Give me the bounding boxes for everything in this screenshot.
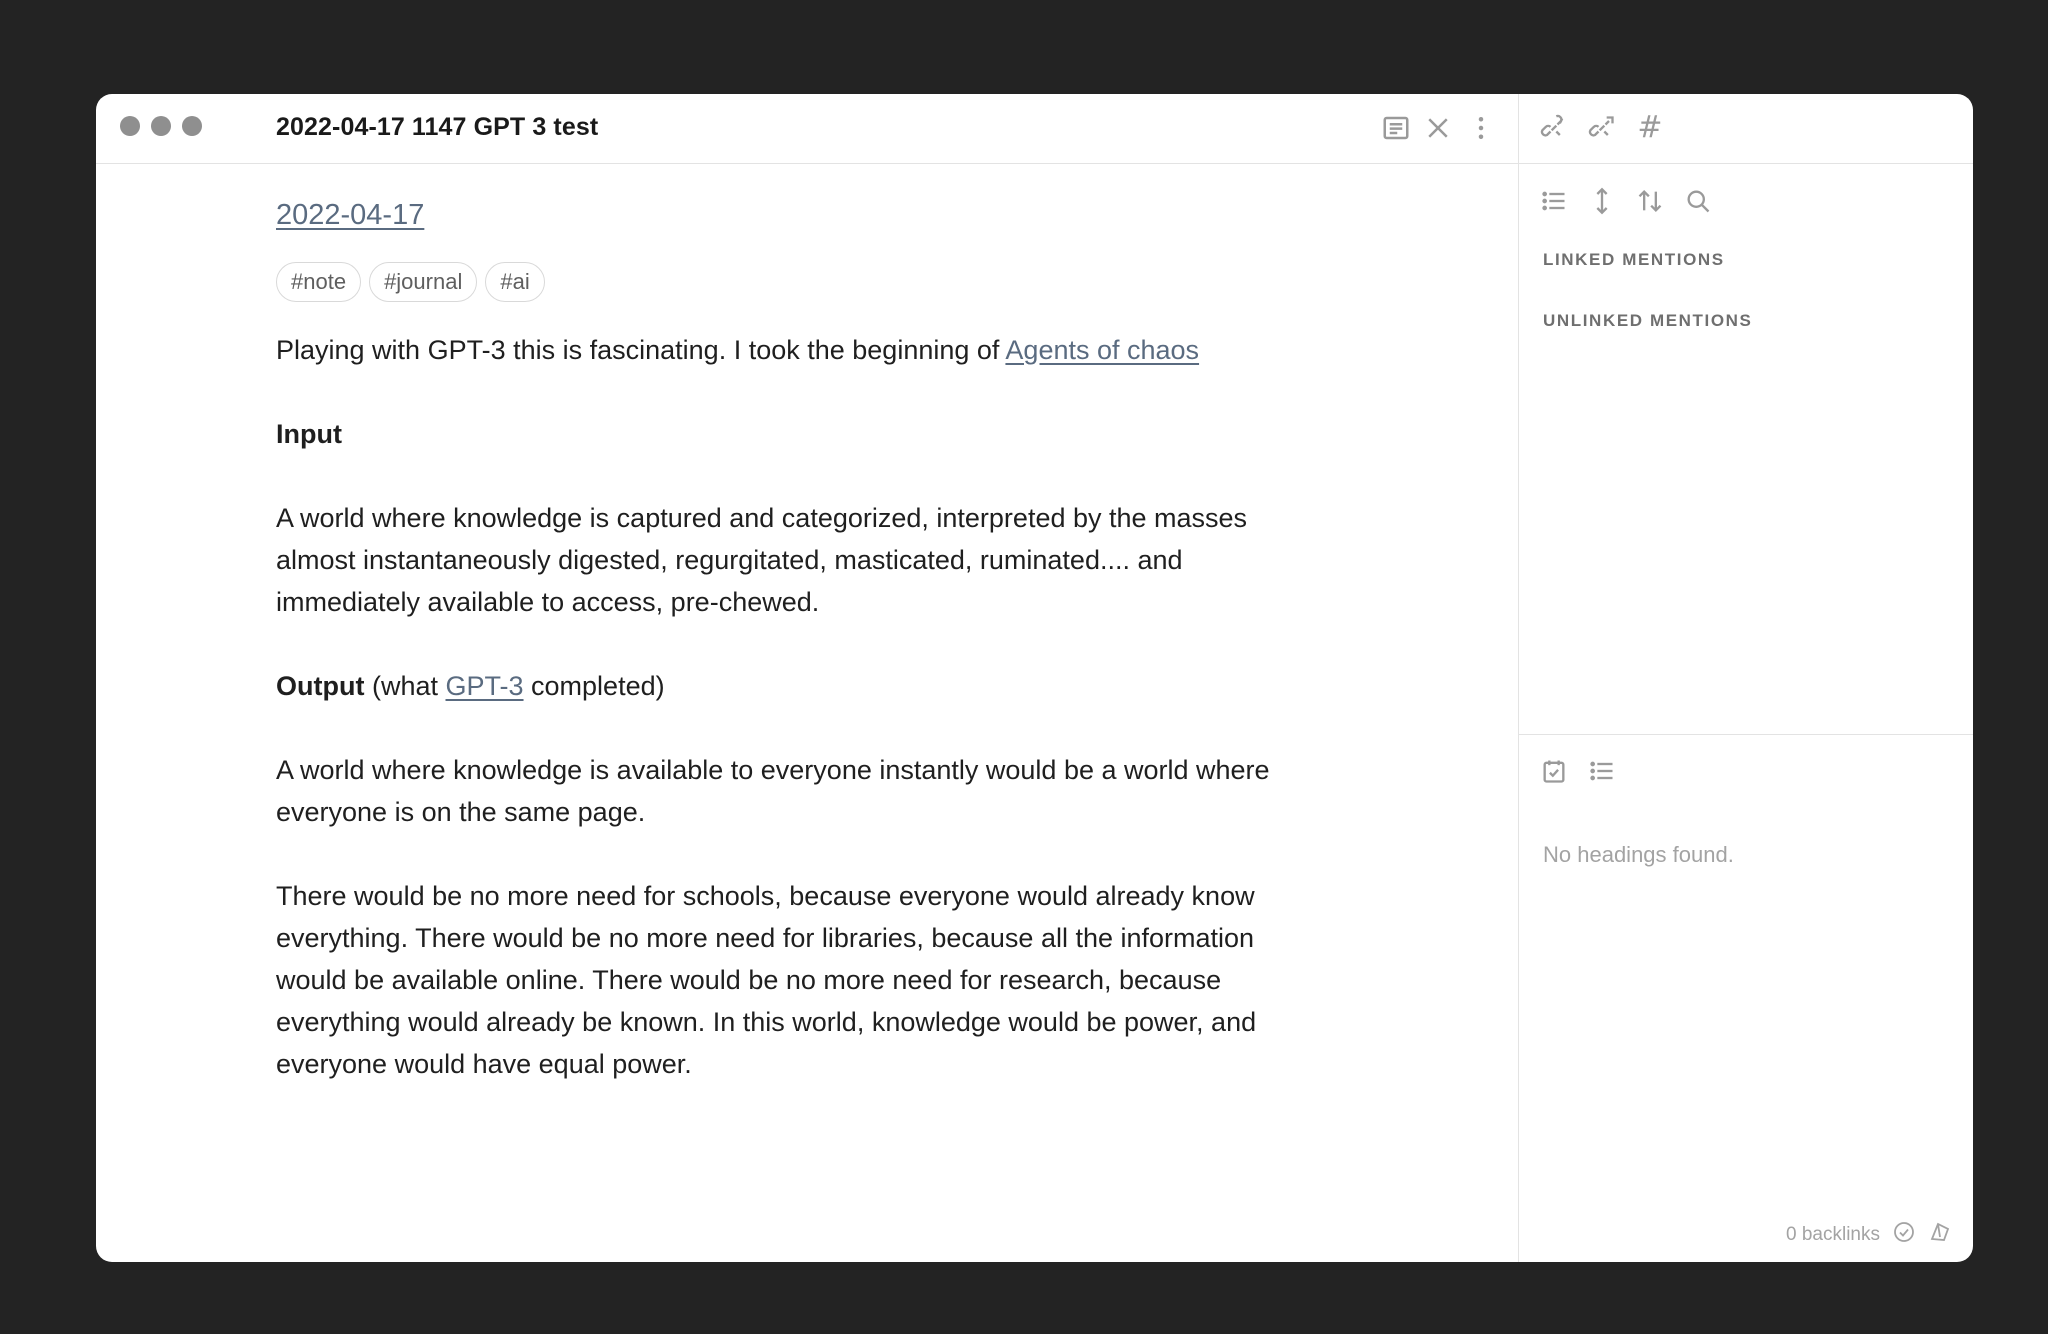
output-heading: Output [276,671,365,701]
tag-ai[interactable]: #ai [485,262,545,302]
publish-icon[interactable] [1928,1220,1952,1249]
agents-of-chaos-link[interactable]: Agents of chaos [1005,335,1199,365]
tag-note[interactable]: #note [276,262,362,302]
close-window-button[interactable] [120,116,140,136]
more-options-icon[interactable] [1465,112,1497,144]
input-line: immediately available to access, pre-che… [276,587,820,617]
tags-icon[interactable]: # [1633,111,1667,145]
status-bar: 0 backlinks [1786,1220,1952,1249]
list-icon[interactable] [1537,184,1571,218]
titlebar: 2022-04-17 1147 GPT 3 test [96,94,1518,164]
search-icon[interactable] [1681,184,1715,218]
answer-line: everyone would have equal power. [276,1049,692,1079]
answer-line: everything would already be known. In th… [276,1007,1257,1037]
calendar-check-icon[interactable] [1537,754,1571,788]
output-heading-line: Output (what GPT-3 completed) [276,665,1356,707]
outline-list-icon[interactable] [1585,754,1619,788]
backlinks-icon[interactable] [1537,111,1571,145]
minimize-window-button[interactable] [151,116,171,136]
note-title[interactable]: 2022-04-17 1147 GPT 3 test [276,113,598,142]
editor-pane: 2022-04-17 1147 GPT 3 test 2022-04-17 #n… [96,94,1518,1262]
sidebar-divider [1519,734,1973,735]
answer-paragraph-2: There would be no more need for schools,… [276,875,1356,1085]
input-line: almost instantaneously digested, regurgi… [276,545,1183,575]
output-paren-end: completed) [523,671,665,701]
answer-line: would be available online. There would b… [276,965,1222,995]
date-link[interactable]: 2022-04-17 [276,199,424,231]
tag-list: #note #journal #ai [276,262,1356,302]
gpt3-link[interactable]: GPT-3 [446,671,524,701]
maximize-window-button[interactable] [182,116,202,136]
output-paren-start: (what [364,671,446,701]
intro-paragraph: Playing with GPT-3 this is fascinating. … [276,329,1356,371]
input-line: A world where knowledge is captured and … [276,503,1248,533]
sidebar-tab-bar: # [1519,94,1973,164]
right-sidebar: # LINKED MENTIONS UNLINKED MENTIONS No h… [1518,94,1973,1262]
expand-icon[interactable] [1585,184,1619,218]
outgoing-links-icon[interactable] [1585,111,1619,145]
answer-line: There would be no more need for schools,… [276,881,1255,911]
sync-check-icon[interactable] [1892,1220,1916,1249]
tag-journal[interactable]: #journal [369,262,478,302]
input-paragraph: A world where knowledge is captured and … [276,497,1356,623]
unlinked-mentions-header[interactable]: UNLINKED MENTIONS [1543,311,1752,331]
answer-paragraph-1: A world where knowledge is available to … [276,749,1356,833]
app-window: 2022-04-17 1147 GPT 3 test 2022-04-17 #n… [96,94,1973,1262]
no-headings-message: No headings found. [1543,842,1734,867]
intro-text: Playing with GPT-3 this is fascinating. … [276,335,1006,365]
answer-line: A world where knowledge is available to … [276,755,1270,785]
answer-line: everything. There would be no more need … [276,923,1255,953]
input-heading: Input [276,419,342,449]
note-content: 2022-04-17 #note #journal #ai Playing wi… [276,194,1356,1085]
close-icon[interactable] [1422,112,1454,144]
sort-icon[interactable] [1633,184,1667,218]
reading-view-icon[interactable] [1380,112,1412,144]
window-controls [120,116,202,136]
answer-line: everyone is on the same page. [276,797,646,827]
linked-mentions-header[interactable]: LINKED MENTIONS [1543,250,1725,270]
backlinks-count[interactable]: 0 backlinks [1786,1224,1880,1246]
